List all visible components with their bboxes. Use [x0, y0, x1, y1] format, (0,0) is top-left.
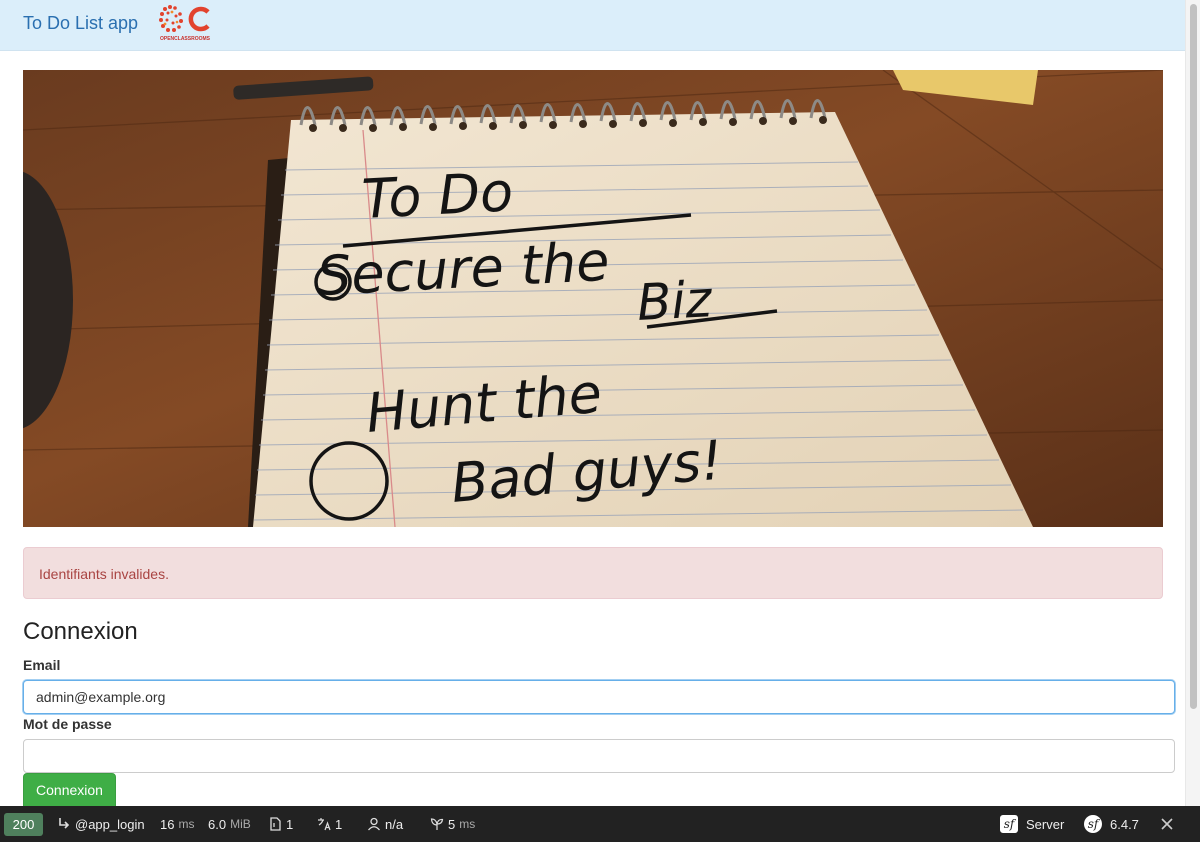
twig-time-unit: ms [459, 817, 476, 831]
error-alert: Identifiants invalides. [23, 547, 1163, 599]
navbar: To Do List app OPENCLASSROOMS [0, 0, 1186, 51]
symfony-version: 6.4.7 [1110, 816, 1139, 832]
user-icon [368, 817, 380, 831]
page-title: Connexion [23, 618, 138, 645]
scrollbar-thumb[interactable] [1190, 4, 1197, 709]
status-code-badge[interactable]: 200 [4, 813, 43, 836]
server-label: Server [1026, 816, 1065, 832]
translation-icon [318, 818, 331, 831]
brand-link[interactable]: To Do List app [23, 13, 138, 34]
hero-notepad-image: To Do Secure the Biz Hunt the Bad guys! [23, 70, 1163, 527]
time-item[interactable]: 16 ms [160, 806, 194, 842]
password-label: Mot de passe [23, 716, 112, 732]
time-unit: ms [178, 817, 195, 831]
translations-item[interactable]: 1 [317, 806, 342, 842]
twig-item[interactable]: 5 ms [430, 806, 475, 842]
route-arrow-icon [59, 818, 70, 829]
form-document-icon [270, 817, 281, 831]
email-field[interactable] [23, 680, 1175, 714]
memory-item[interactable]: 6.0 MiB [208, 806, 251, 842]
memory-unit: MiB [230, 817, 251, 831]
route-name: @app_login [75, 816, 145, 832]
forms-item[interactable]: 1 [268, 806, 293, 842]
openclassrooms-logo: OPENCLASSROOMS [159, 5, 211, 42]
page-scrollbar[interactable] [1185, 0, 1200, 806]
symfony-logo-icon: sf [1084, 815, 1102, 833]
notepad-line-todo: To Do [360, 160, 514, 231]
time-value: 16 [160, 816, 175, 832]
close-icon [1161, 818, 1173, 830]
twig-time-value: 5 [448, 816, 456, 832]
symfony-server-icon: sf [1000, 815, 1018, 833]
twig-leaf-icon [430, 818, 444, 830]
memory-value: 6.0 [208, 816, 227, 832]
close-toolbar-button[interactable] [1160, 806, 1174, 842]
forms-count: 1 [286, 816, 294, 832]
translations-count: 1 [335, 816, 343, 832]
symfony-version-item[interactable]: sf 6.4.7 [1084, 806, 1139, 842]
svg-text:OPENCLASSROOMS: OPENCLASSROOMS [160, 36, 211, 42]
password-field[interactable] [23, 739, 1175, 773]
server-item[interactable]: sf Server [1000, 806, 1064, 842]
debug-toolbar: 200 @app_login 16 ms 6.0 MiB 1 1 n/a 5 m… [0, 806, 1200, 842]
route-item[interactable]: @app_login [57, 806, 145, 842]
user-name: n/a [385, 816, 404, 832]
user-item[interactable]: n/a [367, 806, 403, 842]
error-message: Identifiants invalides. [39, 566, 169, 582]
login-button[interactable]: Connexion [23, 773, 116, 807]
email-label: Email [23, 657, 61, 673]
